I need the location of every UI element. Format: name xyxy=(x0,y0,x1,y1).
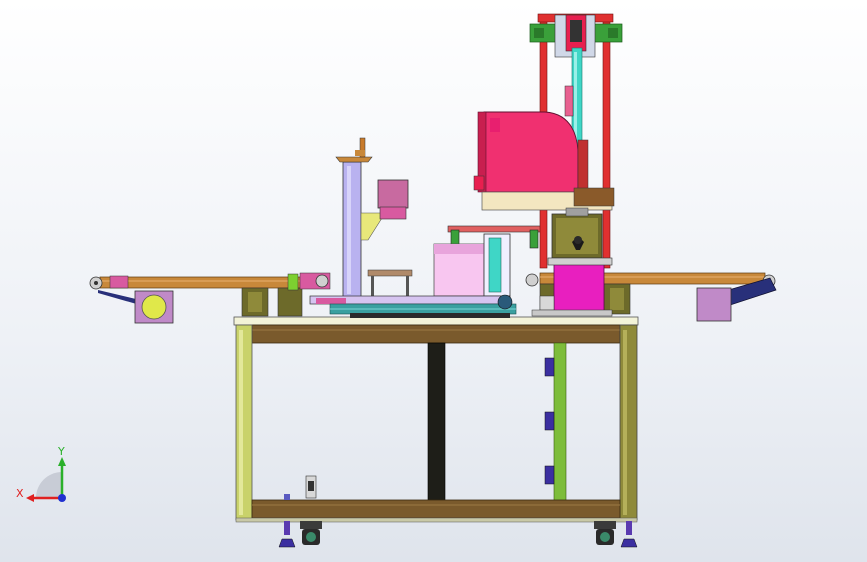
conveyor-motor xyxy=(696,287,732,322)
conveyor-support xyxy=(277,287,303,317)
right-post xyxy=(553,342,567,502)
left-leg xyxy=(235,324,253,521)
table-frame xyxy=(233,316,639,523)
conveyor-rail xyxy=(99,276,311,289)
bracket xyxy=(544,357,555,377)
tower-right-post xyxy=(602,17,611,269)
z-axis-dot xyxy=(58,494,66,502)
right-leg xyxy=(619,324,638,521)
left-conveyor xyxy=(89,272,331,324)
laser-head xyxy=(473,111,615,211)
bracket xyxy=(544,411,555,431)
upper-beam xyxy=(251,324,621,344)
cad-assembly-view: X Y xyxy=(16,13,777,548)
pick-place-gantry xyxy=(367,225,547,300)
y-axis-label: Y xyxy=(57,445,65,458)
lower-beam xyxy=(251,499,621,519)
slide-table xyxy=(309,294,517,318)
lavender-column xyxy=(342,161,362,299)
axis-triad: X Y xyxy=(16,445,66,502)
x-axis-label: X xyxy=(16,487,24,500)
caster-wheel xyxy=(594,521,616,545)
center-post xyxy=(427,342,446,502)
leveling-foot xyxy=(620,521,638,548)
leveling-foot xyxy=(278,521,296,548)
table-top-plate xyxy=(233,316,639,326)
camera-housing xyxy=(377,179,409,209)
bracket xyxy=(544,465,555,485)
casters xyxy=(278,521,638,548)
caster-wheel xyxy=(300,521,322,545)
magenta-block xyxy=(553,263,605,313)
